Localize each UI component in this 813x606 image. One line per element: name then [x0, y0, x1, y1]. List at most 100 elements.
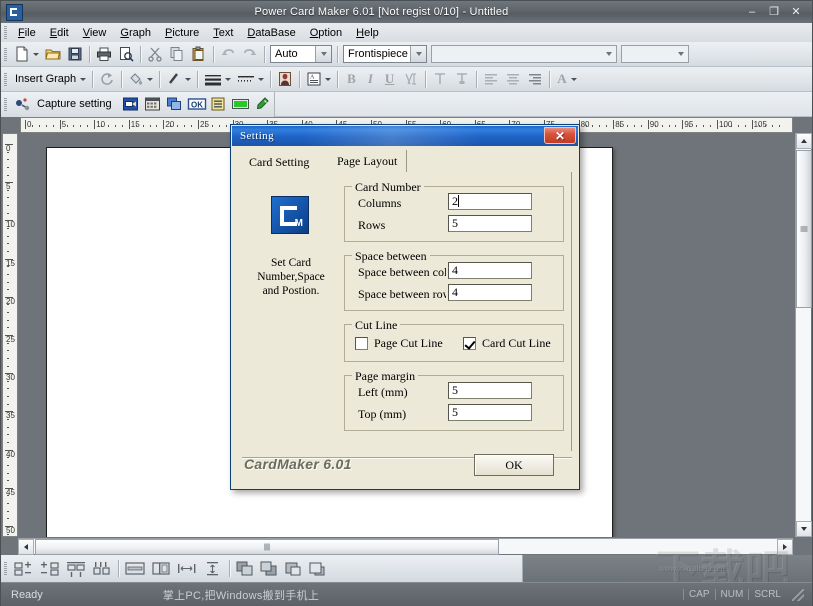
columns-input[interactable]: 2 [448, 193, 532, 210]
close-button[interactable]: ✕ [786, 4, 806, 20]
bold-icon[interactable]: B [341, 71, 362, 87]
line-width-chevron-down-icon[interactable] [225, 77, 232, 81]
menu-help[interactable]: Help [349, 25, 386, 41]
vertical-scrollbar[interactable] [795, 133, 812, 537]
menu-database[interactable]: DataBase [240, 25, 302, 41]
line-color-chevron-down-icon[interactable] [185, 77, 192, 81]
redo-icon[interactable] [239, 44, 261, 65]
top-margin-input[interactable]: 5 [448, 404, 532, 421]
tab-card-setting[interactable]: Card Setting [240, 152, 319, 173]
capture-copy-icon[interactable] [164, 94, 186, 115]
align-objects-top-icon[interactable] [63, 558, 89, 579]
align-center-vertical-icon[interactable] [148, 558, 174, 579]
print-icon[interactable] [93, 44, 115, 65]
text-direction-icon[interactable] [400, 69, 422, 90]
capture-setting-icon[interactable] [11, 94, 33, 115]
align-objects-left-icon[interactable] [11, 558, 37, 579]
save-file-icon[interactable] [64, 44, 86, 65]
font-color-chevron-down-icon[interactable] [570, 77, 577, 81]
align-objects-right-icon[interactable] [37, 558, 63, 579]
resize-grip-icon[interactable] [792, 588, 804, 601]
align-left-icon[interactable] [480, 69, 502, 90]
menu-file[interactable]: File [11, 25, 43, 41]
align-center-horizontal-icon[interactable] [122, 558, 148, 579]
menu-option[interactable]: Option [303, 25, 349, 41]
line-width-icon[interactable] [201, 69, 225, 90]
undo-icon[interactable] [217, 44, 239, 65]
tab-page-layout[interactable]: Page Layout [328, 150, 408, 173]
space-between-column-input[interactable]: 4 [448, 262, 532, 279]
object-combo[interactable] [431, 45, 617, 63]
bring-to-front-icon[interactable] [233, 558, 257, 579]
scroll-left-button[interactable] [18, 539, 34, 555]
scroll-right-button[interactable] [777, 539, 793, 555]
capture-grid-icon[interactable] [142, 94, 164, 115]
horizontal-scrollbar[interactable] [18, 538, 793, 555]
menu-view[interactable]: View [76, 25, 114, 41]
new-file-dropdown-icon[interactable] [33, 52, 39, 56]
menu-picture[interactable]: Picture [158, 25, 206, 41]
zoom-combo[interactable]: Auto [270, 45, 332, 63]
horizontal-scrollbar-thumb[interactable] [35, 539, 499, 555]
minimize-button[interactable]: – [742, 4, 762, 20]
menu-grip[interactable] [4, 26, 7, 39]
copy-icon[interactable] [166, 44, 188, 65]
text-frame-chevron-down-icon[interactable] [325, 77, 332, 81]
graph-toolbar-grip[interactable] [4, 72, 7, 86]
card-cut-line-checkbox-box[interactable] [463, 337, 476, 350]
rotate-icon[interactable] [96, 69, 118, 90]
left-margin-input[interactable]: 5 [448, 382, 532, 399]
dialog-close-button[interactable]: ✕ [544, 127, 576, 144]
insert-graph-chevron-down-icon[interactable] [80, 77, 87, 81]
cut-icon[interactable] [144, 44, 166, 65]
capture-ok-icon[interactable]: OK [186, 94, 208, 115]
line-color-icon[interactable] [163, 69, 185, 90]
print-preview-icon[interactable] [115, 44, 137, 65]
menu-edit[interactable]: Edit [43, 25, 76, 41]
align-objects-bottom-icon[interactable] [89, 558, 115, 579]
eyedropper-icon[interactable] [252, 94, 274, 115]
maximize-button[interactable]: ❐ [764, 4, 784, 20]
card-cut-line-checkbox[interactable]: Card Cut Line [463, 336, 551, 351]
scroll-down-button[interactable] [796, 521, 812, 537]
fill-color-icon[interactable] [125, 69, 147, 90]
capture-color-icon[interactable] [230, 94, 252, 115]
vertical-ruler[interactable]: 0 5 10 15 20 25 30 35 40 45 50 [2, 133, 18, 537]
line-style-chevron-down-icon[interactable] [258, 77, 265, 81]
space-between-rows-input[interactable]: 4 [448, 284, 532, 301]
extra-combo-chevron-down-icon[interactable] [673, 46, 688, 62]
align-right-icon[interactable] [524, 69, 546, 90]
scroll-up-button[interactable] [796, 133, 812, 149]
page-combo[interactable]: Frontispiece [343, 45, 427, 63]
send-to-back-icon[interactable] [257, 558, 281, 579]
extra-combo[interactable] [621, 45, 689, 63]
page-cut-line-checkbox-box[interactable] [355, 337, 368, 350]
page-cut-line-checkbox[interactable]: Page Cut Line [355, 336, 443, 351]
underline-icon[interactable]: U [379, 71, 400, 87]
align-center-icon[interactable] [502, 69, 524, 90]
new-file-icon[interactable] [11, 44, 33, 65]
object-combo-chevron-down-icon[interactable] [601, 46, 616, 62]
italic-icon[interactable]: I [362, 71, 379, 87]
capture-list-icon[interactable] [208, 94, 230, 115]
image-effect-icon[interactable] [274, 69, 296, 90]
text-bottom-icon[interactable] [451, 69, 473, 90]
fill-color-chevron-down-icon[interactable] [147, 77, 154, 81]
text-frame-icon[interactable]: A [303, 69, 325, 90]
vertical-scrollbar-thumb[interactable] [796, 150, 812, 308]
distribute-vertical-icon[interactable] [200, 558, 226, 579]
send-backward-icon[interactable] [305, 558, 329, 579]
open-file-icon[interactable] [42, 44, 64, 65]
line-style-icon[interactable] [234, 69, 258, 90]
page-combo-chevron-down-icon[interactable] [410, 46, 426, 62]
paste-icon[interactable] [188, 44, 210, 65]
font-color-icon[interactable]: A [553, 71, 570, 87]
text-top-icon[interactable] [429, 69, 451, 90]
capture-setting-label[interactable]: Capture setting [33, 98, 120, 110]
capture-window-icon[interactable] [120, 94, 142, 115]
zoom-combo-chevron-down-icon[interactable] [315, 46, 331, 62]
standard-toolbar-grip[interactable] [4, 47, 7, 61]
align-toolbar-grip[interactable] [4, 562, 7, 575]
ok-button[interactable]: OK [474, 454, 554, 476]
rows-input[interactable]: 5 [448, 215, 532, 232]
